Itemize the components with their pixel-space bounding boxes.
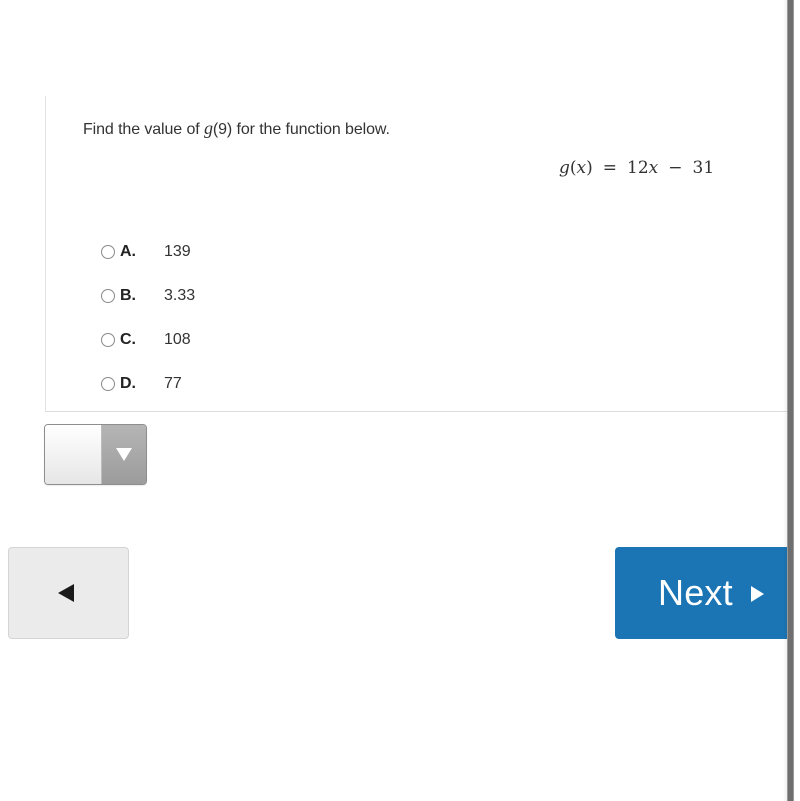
- window-right-margin: [794, 0, 800, 801]
- dropdown-toggle[interactable]: [102, 425, 146, 484]
- answer-dropdown[interactable]: [44, 424, 147, 485]
- equation-function-name: g: [559, 158, 570, 178]
- choice-value: 139: [164, 243, 191, 260]
- window-divider: [787, 0, 794, 801]
- answer-choices: A. 139 B. 3.33 C. 108 D. 77: [101, 230, 195, 406]
- choice-letter: A.: [120, 243, 136, 260]
- radio-button-d[interactable]: [101, 377, 115, 391]
- question-prompt: Find the value of g(9) for the function …: [83, 118, 390, 139]
- radio-button-b[interactable]: [101, 289, 115, 303]
- function-equation: g(x) = 12x −31: [559, 158, 714, 178]
- triangle-down-icon: [116, 448, 132, 461]
- equation-equals: =: [602, 158, 618, 178]
- choice-d[interactable]: D. 77: [101, 362, 195, 406]
- choice-letter: D.: [120, 375, 136, 392]
- equation-rhs-variable: x: [648, 158, 659, 178]
- back-button[interactable]: [8, 547, 129, 639]
- choice-letter: C.: [120, 331, 136, 348]
- equation-constant: 31: [692, 158, 715, 178]
- prompt-text-before: Find the value of: [83, 121, 204, 138]
- radio-button-c[interactable]: [101, 333, 115, 347]
- radio-button-a[interactable]: [101, 245, 115, 259]
- next-button-label: Next: [658, 572, 733, 613]
- choice-c[interactable]: C. 108: [101, 318, 195, 362]
- equation-open-paren: (: [569, 158, 577, 178]
- prompt-text-after: for the function below.: [232, 121, 390, 138]
- prompt-argument: (9): [212, 121, 233, 138]
- question-panel: Find the value of g(9) for the function …: [45, 96, 800, 412]
- quiz-page: Find the value of g(9) for the function …: [0, 0, 800, 801]
- dropdown-selected-value[interactable]: [45, 425, 102, 484]
- choice-value: 108: [164, 331, 191, 348]
- choice-b[interactable]: B. 3.33: [101, 274, 195, 318]
- triangle-right-icon: [750, 586, 764, 602]
- equation-lhs-variable: x: [576, 158, 587, 178]
- choice-letter: B.: [120, 287, 136, 304]
- triangle-left-icon: [57, 584, 74, 602]
- choice-value: 77: [164, 375, 182, 392]
- equation-coefficient: 12: [627, 158, 649, 178]
- prompt-function-name: g: [203, 118, 213, 138]
- choice-value: 3.33: [164, 287, 196, 304]
- equation-minus: −: [668, 158, 683, 178]
- next-button[interactable]: Next: [615, 547, 800, 639]
- equation-close-paren: ): [586, 158, 593, 178]
- choice-a[interactable]: A. 139: [101, 230, 195, 274]
